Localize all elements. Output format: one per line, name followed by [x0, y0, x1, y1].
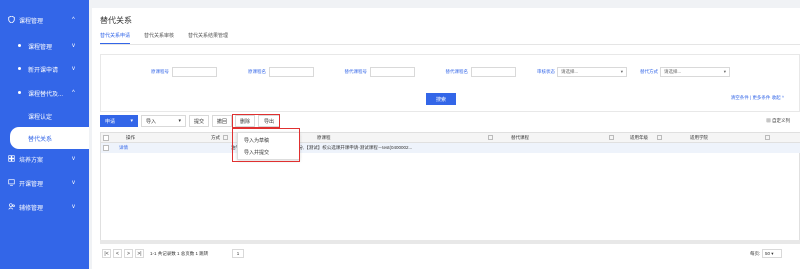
filter-label: 替代课程号 [344, 69, 368, 74]
main-panel: 替代关系 替代关系申请 替代关系审核 替代关系结果管理 原课程号 原课程名 替代… [92, 8, 800, 269]
sidebar-item-label: 新开课申请 [28, 67, 59, 74]
shield-icon [8, 16, 15, 23]
divider [100, 44, 800, 45]
sidebar-item-course-offering[interactable]: 开课管理 v [0, 172, 89, 194]
top-strip [89, 0, 800, 8]
chevron-down-icon: v [72, 180, 75, 186]
original-course-name-input[interactable] [269, 67, 314, 77]
filter-label: 审核状态 [537, 69, 555, 74]
filter-label: 替代课程名 [445, 69, 469, 74]
page-title: 替代关系 [100, 16, 132, 25]
sidebar-item-label: 课程管理 [28, 44, 53, 51]
column-header: 方式 [211, 135, 220, 140]
column-header: 操作 [126, 135, 135, 140]
caret-down-icon: ▾ [130, 118, 133, 124]
import-label: 导入 [146, 118, 157, 125]
sidebar-item-training-plan[interactable]: 培养方案 v [0, 148, 89, 170]
prev-page-icon[interactable]: < [113, 249, 122, 258]
sidebar: 课程管理 ^ 课程管理 v 新开课申请 v 课程替代及... ^ 课程认定 替代… [0, 0, 89, 269]
apply-label: 申请 [105, 118, 116, 125]
sort-icon[interactable] [223, 135, 228, 140]
caret-down-icon: ▾ [178, 118, 181, 124]
tab-bar: 替代关系申请 替代关系审核 替代关系结果管理 [100, 32, 242, 44]
filter-label: 替代方式 [640, 69, 658, 74]
chevron-down-icon: v [72, 204, 75, 210]
chevron-up-icon: ^ [72, 17, 75, 23]
sidebar-item-label: 课程替代及... [28, 91, 64, 98]
original-course-number-input[interactable] [172, 67, 217, 77]
highlight-box-import [232, 114, 280, 128]
tab-apply[interactable]: 替代关系申请 [100, 32, 131, 44]
last-page-icon[interactable]: >| [135, 249, 144, 258]
pagination: |< < > >| 1-1 共记录数 1 总页数 1 跳转 1 每页: 50 ▾ [100, 248, 800, 260]
monitor-icon [8, 179, 15, 186]
sidebar-item-label: 课程管理 [19, 18, 44, 25]
substitute-course-name-input[interactable] [471, 67, 516, 77]
sidebar-item-substitution-relation[interactable]: 替代关系 [10, 127, 89, 149]
per-page-label: 每页: [750, 251, 761, 256]
sidebar-item-label: 替代关系 [28, 136, 53, 143]
sort-icon[interactable] [488, 135, 493, 140]
sort-icon[interactable] [657, 135, 662, 140]
tab-results[interactable]: 替代关系结果管理 [188, 32, 228, 44]
apply-button[interactable]: 申请 ▾ [100, 115, 138, 127]
chevron-down-icon: v [72, 66, 75, 72]
column-header: 适用学院 [690, 135, 708, 140]
filter-links[interactable]: 清空条件 | 更多条件 收起 ^ [731, 95, 784, 101]
column-settings-label: 自定义列 [772, 118, 790, 123]
sidebar-sub-new-course[interactable]: 新开课申请 v [0, 58, 89, 80]
data-grid: 操作 方式 原课程 替代课程 适用年级 适用学院 详情 油气田应用化学[0019… [100, 132, 800, 242]
row-checkbox[interactable] [103, 145, 109, 151]
submit-button[interactable]: 提交 [189, 115, 209, 127]
filter-label: 原课程名 [248, 69, 266, 74]
sidebar-sub-course-substitution[interactable]: 课程替代及... ^ [0, 82, 89, 104]
import-button[interactable]: 导入 ▾ [141, 115, 186, 127]
sidebar-item-label: 培养方案 [19, 157, 44, 164]
per-page-select[interactable]: 50 ▾ [762, 249, 782, 258]
people-icon [8, 203, 15, 210]
sidebar-item-label: 开课管理 [19, 181, 44, 188]
table-row[interactable]: 详情 油气田应用化学[0019706020](2学分,【测试】校公选课开课申请-… [101, 143, 800, 153]
page-info: 1-1 共记录数 1 总页数 1 跳转 [150, 251, 209, 256]
column-header: 原课程 [317, 135, 331, 140]
grid-header: 操作 方式 原课程 替代课程 适用年级 适用学院 [101, 133, 800, 143]
sidebar-item-label: 课程认定 [28, 114, 53, 121]
grid-icon [8, 155, 15, 162]
highlight-box-dropdown [232, 128, 300, 162]
substitution-method-select[interactable]: 请选择... [660, 67, 730, 77]
tab-review[interactable]: 替代关系审核 [144, 32, 174, 44]
sort-icon[interactable] [609, 135, 614, 140]
per-page-value: 50 [765, 251, 771, 256]
chevron-up-icon: ^ [72, 90, 75, 96]
sidebar-sub-course-management[interactable]: 课程管理 v [0, 35, 89, 57]
sidebar-item-course-management[interactable]: 课程管理 ^ [0, 9, 89, 31]
column-header: 适用年级 [630, 135, 648, 140]
sidebar-item-minor-management[interactable]: 辅修管理 v [0, 196, 89, 218]
bullet-icon [18, 67, 21, 70]
bullet-icon [18, 91, 21, 94]
review-status-select[interactable]: 请选择... [557, 67, 627, 77]
first-page-icon[interactable]: |< [102, 249, 111, 258]
filter-label: 原课程号 [151, 69, 169, 74]
next-page-icon[interactable]: > [124, 249, 133, 258]
bullet-icon [18, 44, 21, 47]
chevron-down-icon: v [72, 156, 75, 162]
row-detail-link[interactable]: 详情 [119, 145, 128, 151]
page-jump-input[interactable]: 1 [232, 249, 244, 258]
substitute-course-number-input[interactable] [370, 67, 415, 77]
chevron-down-icon: v [72, 43, 75, 49]
sidebar-item-label: 辅修管理 [19, 205, 44, 212]
column-settings-button[interactable]: ▦ 自定义列 [766, 118, 790, 124]
select-all-checkbox[interactable] [103, 135, 109, 141]
revoke-button[interactable]: 撤回 [212, 115, 232, 127]
sidebar-item-course-recognition[interactable]: 课程认定 [0, 105, 89, 127]
sort-icon[interactable] [765, 135, 770, 140]
search-button[interactable]: 搜索 [426, 93, 456, 105]
horizontal-scrollbar[interactable] [100, 240, 800, 244]
column-header: 替代课程 [511, 135, 529, 140]
